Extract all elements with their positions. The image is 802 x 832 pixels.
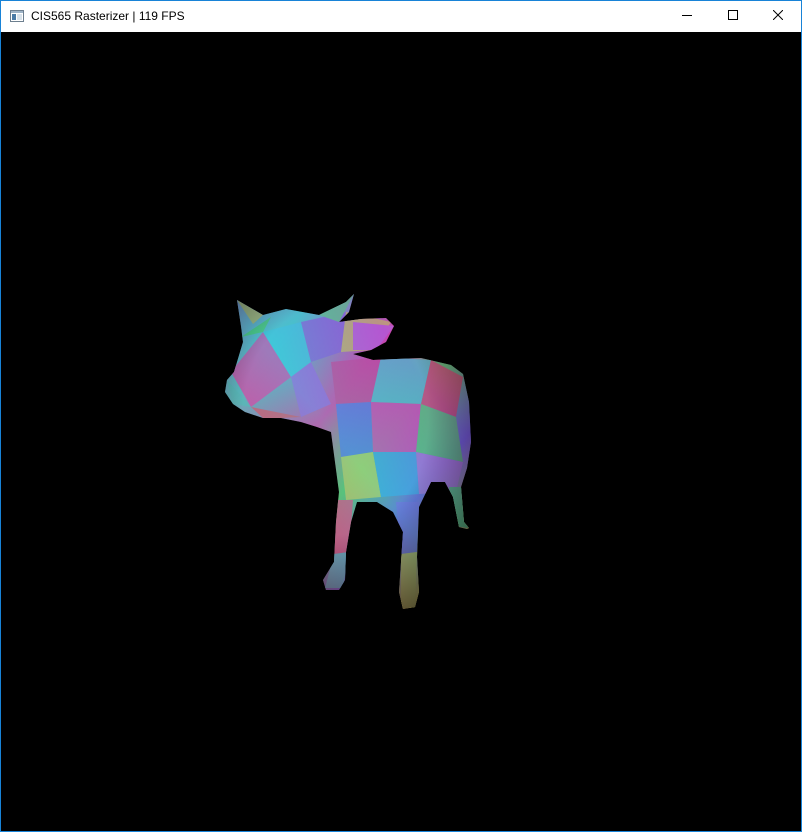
application-window-icon[interactable] [9, 8, 25, 24]
minimize-button[interactable] [664, 1, 710, 31]
app-window: CIS565 Rasterizer | 119 FPS [0, 0, 802, 832]
maximize-button[interactable] [710, 1, 756, 31]
cow-mesh [225, 294, 471, 609]
close-button[interactable] [755, 1, 801, 31]
rendered-cow-model [225, 294, 471, 609]
close-icon [772, 7, 784, 25]
minimize-icon [682, 7, 692, 25]
title-bar[interactable]: CIS565 Rasterizer | 119 FPS [1, 1, 801, 31]
window-title: CIS565 Rasterizer | 119 FPS [31, 9, 185, 23]
maximize-icon [728, 7, 738, 25]
render-viewport[interactable] [1, 32, 801, 831]
